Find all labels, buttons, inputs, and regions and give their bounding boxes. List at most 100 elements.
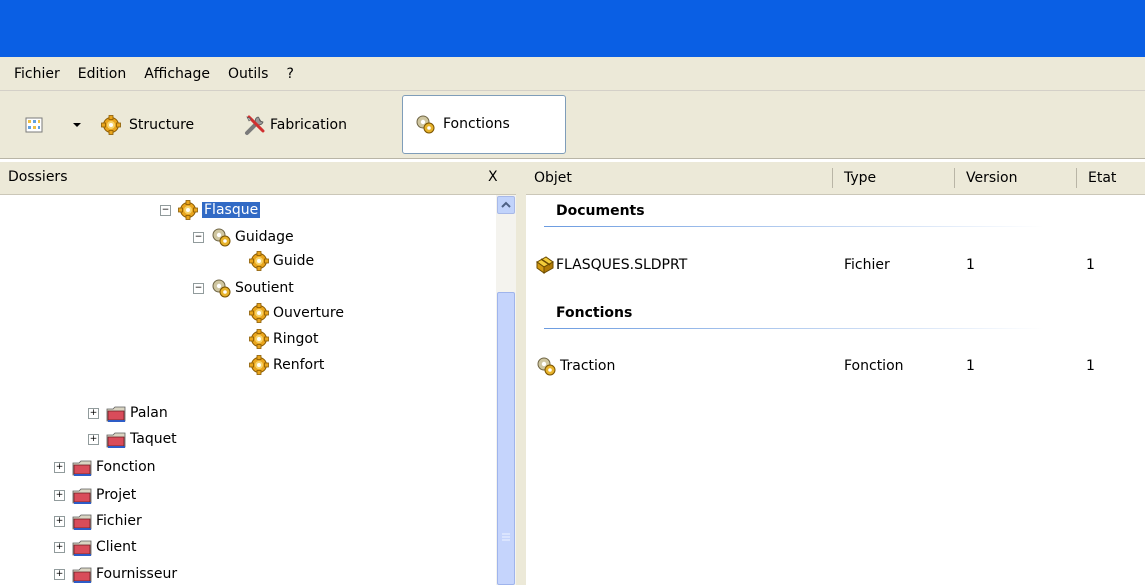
tree-label: Guide [273, 253, 315, 269]
version-cell: 1 [966, 257, 975, 273]
folder-icon [72, 485, 92, 505]
tree-item-flasque[interactable]: − Flasque [160, 197, 261, 223]
fabrication-button[interactable]: Fabrication [244, 91, 347, 158]
expand-icon[interactable]: + [54, 568, 65, 580]
section-divider [544, 328, 1044, 329]
tree-item-palan[interactable]: + Palan [88, 400, 168, 426]
etat-cell: 1 [1086, 358, 1095, 374]
menu-edition[interactable]: Edition [78, 66, 144, 82]
object-list: Documents FLASQUES.SLDPRT Fichier 1 1 Fo… [526, 195, 1145, 585]
collapse-icon[interactable]: − [193, 282, 204, 294]
fabrication-label: Fabrication [270, 116, 347, 133]
tree-label: Flasque [202, 202, 261, 218]
structure-button[interactable]: Structure [101, 91, 194, 158]
tree-item-guidage[interactable]: − Guidage [193, 224, 294, 250]
column-type[interactable]: Type [836, 162, 954, 194]
tree-item-fichier[interactable]: + Fichier [54, 508, 142, 534]
folder-icon [106, 403, 126, 423]
scroll-up-button[interactable] [497, 196, 515, 214]
tree-item-ouverture[interactable]: Ouverture [249, 300, 344, 326]
list-header: Objet Type Version Etat [526, 162, 1145, 195]
tree-label: Guidage [235, 229, 294, 245]
toolbar: Structure Fabrication [0, 91, 1145, 159]
list-item[interactable]: FLASQUES.SLDPRT Fichier 1 1 [526, 252, 1145, 278]
scroll-thumb[interactable] [497, 292, 515, 585]
view-dropdown-arrow[interactable] [73, 91, 81, 158]
folders-panel-header: Dossiers X [0, 162, 516, 195]
gear-icon [249, 355, 269, 375]
tree-item-taquet[interactable]: + Taquet [88, 426, 177, 452]
tree-scrollbar[interactable] [496, 195, 516, 585]
tree-label: Fonction [96, 459, 156, 475]
column-version-label: Version [966, 170, 1018, 186]
tools-icon [245, 115, 265, 135]
close-panel-button[interactable]: X [488, 169, 498, 185]
tree-item-projet[interactable]: + Projet [54, 482, 136, 508]
view-grid-icon [25, 117, 43, 132]
tree-item-fournisseur[interactable]: + Fournisseur [54, 561, 177, 585]
tree-label: Projet [96, 487, 137, 503]
menu-affichage[interactable]: Affichage [144, 66, 228, 82]
menu-fichier[interactable]: Fichier [0, 66, 78, 82]
folder-icon [72, 511, 92, 531]
tree-label: Fichier [96, 513, 142, 529]
column-objet[interactable]: Objet [526, 162, 832, 194]
objet-text: FLASQUES.SLDPRT [556, 257, 688, 273]
folder-icon [106, 429, 126, 449]
window-titlebar [0, 0, 1145, 57]
expand-icon[interactable]: + [54, 489, 65, 501]
column-type-label: Type [844, 170, 877, 186]
expand-icon[interactable]: + [54, 515, 65, 527]
expand-icon[interactable]: + [88, 433, 99, 445]
folder-icon [72, 564, 92, 584]
gear-icon [249, 303, 269, 323]
tree-item-guide[interactable]: Guide [249, 248, 314, 274]
tree-item-fonction[interactable]: + Fonction [54, 454, 156, 480]
column-etat-label: Etat [1088, 170, 1117, 186]
folders-title: Dossiers [8, 169, 68, 185]
grip-icon [502, 533, 510, 541]
tree-label: Ringot [273, 331, 319, 347]
gear-pair-icon [536, 356, 556, 376]
etat-cell: 1 [1086, 257, 1095, 273]
gear-icon [249, 329, 269, 349]
view-selector-button[interactable] [24, 91, 44, 158]
expand-icon[interactable]: + [88, 407, 99, 419]
tree-item-soutient[interactable]: − Soutient [193, 275, 294, 301]
part-file-icon [536, 256, 554, 274]
menu-outils[interactable]: Outils [228, 66, 286, 82]
tree-item-client[interactable]: + Client [54, 534, 137, 560]
column-divider[interactable] [954, 168, 955, 188]
chevron-down-icon [73, 122, 81, 127]
gear-pair-icon [415, 114, 435, 134]
collapse-icon[interactable]: − [193, 231, 204, 243]
menu-bar: Fichier Edition Affichage Outils ? [0, 57, 1145, 91]
gear-icon [249, 251, 269, 271]
section-documents-title: Documents [556, 203, 645, 219]
tree-label: Client [96, 539, 137, 555]
tree-label: Soutient [235, 280, 294, 296]
expand-icon[interactable]: + [54, 461, 65, 473]
objet-cell: Traction [536, 353, 615, 379]
tree-item-ringot[interactable]: Ringot [249, 326, 318, 352]
column-etat[interactable]: Etat [1080, 162, 1145, 194]
list-item[interactable]: Traction Fonction 1 1 [526, 353, 1145, 379]
tree-label: Ouverture [273, 305, 344, 321]
column-divider[interactable] [832, 168, 833, 188]
fonctions-button[interactable]: Fonctions [402, 95, 566, 154]
version-cell: 1 [966, 358, 975, 374]
section-fonctions-title: Fonctions [556, 305, 633, 321]
gear-pair-icon [211, 278, 231, 298]
folder-icon [72, 457, 92, 477]
collapse-icon[interactable]: − [160, 204, 171, 216]
menu-help[interactable]: ? [286, 66, 311, 82]
column-divider[interactable] [1076, 168, 1077, 188]
tree-item-renfort[interactable]: Renfort [249, 352, 324, 378]
column-version[interactable]: Version [958, 162, 1076, 194]
expand-icon[interactable]: + [54, 541, 65, 553]
gear-pair-icon [211, 227, 231, 247]
tree-label: Taquet [130, 431, 177, 447]
tree-label: Palan [130, 405, 168, 421]
panel-splitter[interactable] [516, 162, 526, 585]
gear-icon [178, 200, 198, 220]
